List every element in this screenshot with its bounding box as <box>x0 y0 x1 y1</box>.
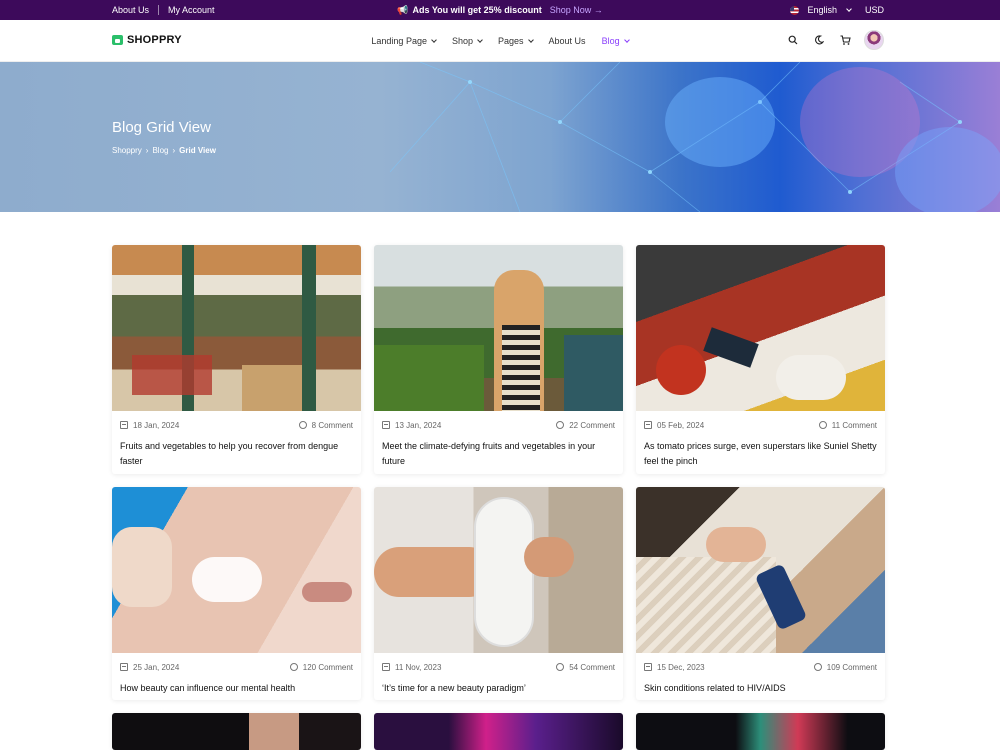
post-image[interactable] <box>112 713 361 750</box>
post-meta: 25 Jan, 2024 120 Comment <box>112 653 361 681</box>
nav-label: About Us <box>548 36 586 46</box>
nav-label: Shop <box>451 36 473 46</box>
breadcrumb-current: Grid View <box>179 146 216 155</box>
post-image[interactable] <box>112 487 361 653</box>
post-title[interactable]: As tomato prices surge, even superstars … <box>636 439 885 469</box>
post-image[interactable] <box>636 487 885 653</box>
post-image[interactable] <box>374 713 623 750</box>
nav-blog[interactable]: Blog <box>601 36 630 46</box>
calendar-icon <box>382 421 390 429</box>
breadcrumb-separator: › <box>172 146 176 155</box>
post-date: 15 Dec, 2023 <box>657 662 705 672</box>
avatar[interactable] <box>864 30 884 50</box>
post-title[interactable]: Skin conditions related to HIV/AIDS <box>636 681 885 696</box>
post-date: 13 Jan, 2024 <box>395 420 442 430</box>
post-comments[interactable]: 22 Comment <box>569 421 615 430</box>
breadcrumb-separator: › <box>145 146 149 155</box>
nav-label: Pages <box>498 36 524 46</box>
blog-card[interactable]: 05 Feb, 2024 11 Comment As tomato prices… <box>636 245 885 474</box>
post-meta: 05 Feb, 2024 11 Comment <box>636 411 885 439</box>
megaphone-icon: 📢 <box>397 4 409 15</box>
header-icons <box>786 30 884 50</box>
network-background-graphic <box>389 62 1000 212</box>
chevron-down-icon <box>846 6 852 12</box>
post-date: 25 Jan, 2024 <box>133 662 180 672</box>
nav-landing-page[interactable]: Landing Page <box>371 36 437 46</box>
language-select[interactable]: English <box>807 5 837 15</box>
blog-card[interactable]: 13 Jan, 2024 22 Comment Meet the climate… <box>374 245 623 474</box>
nav-label: Blog <box>601 36 620 46</box>
breadcrumb-blog[interactable]: Blog <box>152 146 168 155</box>
post-date: 05 Feb, 2024 <box>657 420 705 430</box>
logo[interactable]: SHOPPRY <box>112 34 182 46</box>
currency-select[interactable]: USD <box>865 5 884 15</box>
comment-icon <box>556 663 565 671</box>
page-title: Blog Grid View <box>112 119 211 136</box>
post-comments[interactable]: 120 Comment <box>303 663 353 672</box>
breadcrumb-home[interactable]: Shoppry <box>112 146 142 155</box>
post-image[interactable] <box>636 713 885 750</box>
post-date: 18 Jan, 2024 <box>133 420 180 430</box>
cart-icon[interactable] <box>838 33 852 47</box>
nav-label: Landing Page <box>371 36 427 46</box>
blog-card[interactable]: 15 Dec, 2023 109 Comment Skin conditions… <box>636 487 885 700</box>
post-meta: 15 Dec, 2023 109 Comment <box>636 653 885 681</box>
logo-text: SHOPPRY <box>127 34 182 46</box>
post-image[interactable] <box>374 487 623 653</box>
calendar-icon <box>644 421 652 429</box>
post-title[interactable]: ‘It’s time for a new beauty paradigm’ <box>374 681 623 696</box>
chevron-down-icon <box>527 37 534 43</box>
comment-icon <box>556 421 565 429</box>
calendar-icon <box>120 663 128 671</box>
promo-text: Ads You will get 25% discount <box>412 5 542 15</box>
nav-pages[interactable]: Pages <box>498 36 534 46</box>
blog-card[interactable] <box>112 713 361 750</box>
post-meta: 13 Jan, 2024 22 Comment <box>374 411 623 439</box>
blog-card[interactable] <box>374 713 623 750</box>
post-comments[interactable]: 54 Comment <box>569 663 615 672</box>
locale-controls: English USD <box>790 0 884 20</box>
blog-card[interactable]: 11 Nov, 2023 54 Comment ‘It’s time for a… <box>374 487 623 700</box>
comment-icon <box>813 663 822 671</box>
blog-card[interactable]: 18 Jan, 2024 8 Comment Fruits and vegeta… <box>112 245 361 474</box>
top-bar: About Us My Account 📢 Ads You will get 2… <box>0 0 1000 20</box>
main-header: SHOPPRY Landing Page Shop Pages About Us… <box>0 20 1000 62</box>
calendar-icon <box>382 663 390 671</box>
post-image[interactable] <box>636 245 885 411</box>
calendar-icon <box>644 663 652 671</box>
post-title[interactable]: How beauty can influence our mental heal… <box>112 681 361 696</box>
post-title[interactable]: Fruits and vegetables to help you recove… <box>112 439 361 469</box>
breadcrumb: Shoppry › Blog › Grid View <box>112 146 216 155</box>
post-image[interactable] <box>112 245 361 411</box>
post-image[interactable] <box>374 245 623 411</box>
us-flag-icon <box>790 5 800 15</box>
page-hero: Blog Grid View Shoppry › Blog › Grid View <box>0 62 1000 212</box>
post-date: 11 Nov, 2023 <box>395 662 442 672</box>
comment-icon <box>298 421 307 429</box>
chevron-down-icon <box>623 37 630 43</box>
nav-shop[interactable]: Shop <box>451 36 483 46</box>
post-comments[interactable]: 109 Comment <box>827 663 877 672</box>
post-comments[interactable]: 8 Comment <box>312 421 353 430</box>
shop-now-link[interactable]: Shop Now → <box>550 5 603 15</box>
nav-about-us[interactable]: About Us <box>549 36 586 46</box>
comment-icon <box>818 421 827 429</box>
calendar-icon <box>120 421 128 429</box>
post-title[interactable]: Meet the climate-defying fruits and vege… <box>374 439 623 469</box>
post-meta: 18 Jan, 2024 8 Comment <box>112 411 361 439</box>
blog-card[interactable]: 25 Jan, 2024 120 Comment How beauty can … <box>112 487 361 700</box>
post-meta: 11 Nov, 2023 54 Comment <box>374 653 623 681</box>
search-icon[interactable] <box>786 33 800 47</box>
blog-card[interactable] <box>636 713 885 750</box>
chevron-down-icon <box>431 37 437 43</box>
dark-mode-icon[interactable] <box>812 33 826 47</box>
shop-logo-icon <box>112 35 123 45</box>
chevron-down-icon <box>477 37 483 43</box>
post-comments[interactable]: 11 Comment <box>832 421 877 430</box>
comment-icon <box>289 663 298 671</box>
